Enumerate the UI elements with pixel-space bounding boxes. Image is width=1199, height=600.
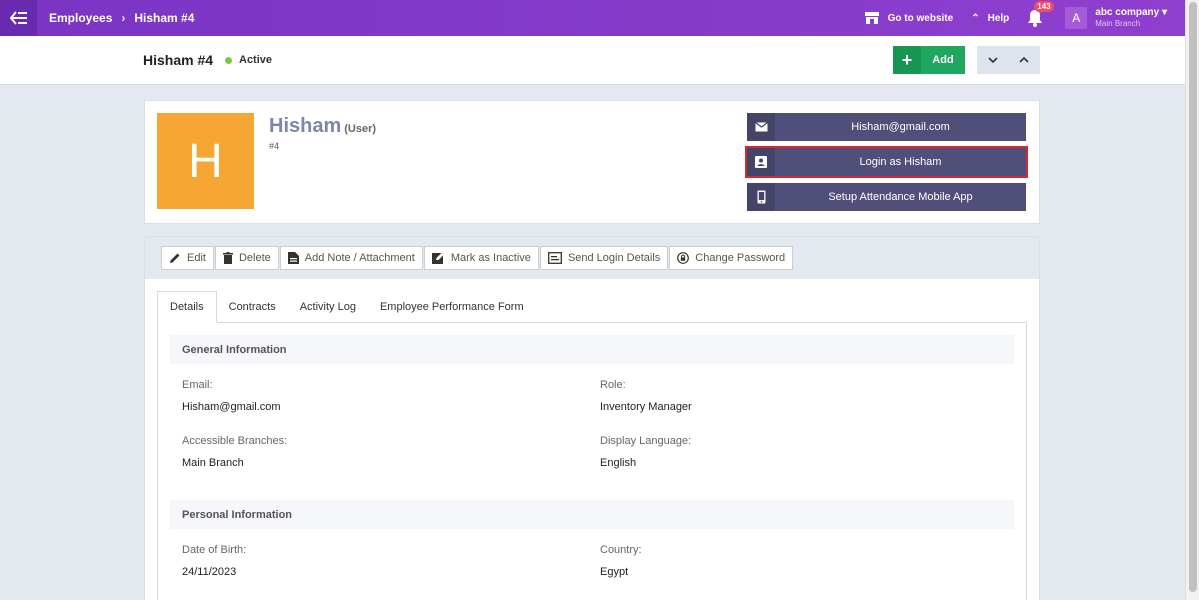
personal-information-header: Personal Information (170, 500, 1014, 529)
language-label: Display Language: (600, 435, 692, 447)
setup-attendance-app-label: Setup Attendance Mobile App (828, 191, 973, 203)
lock-circle-icon (677, 252, 690, 264)
mark-inactive-button[interactable]: Mark as Inactive (423, 246, 539, 270)
page-header: Hisham #4 Active + Add (0, 36, 1185, 85)
previous-record-button[interactable] (1009, 46, 1041, 74)
chevron-up-icon (1019, 57, 1029, 63)
country-value: Egypt (600, 566, 629, 578)
field-email: Email: Hisham@gmail.com (182, 379, 281, 413)
company-name: abc company (1095, 7, 1160, 18)
dob-label: Date of Birth: (182, 544, 247, 556)
general-information-header: General Information (170, 335, 1014, 364)
page-scrollbar[interactable] (1185, 0, 1199, 600)
breadcrumb-current: Hisham #4 (134, 11, 195, 25)
action-toolbar: Edit Delete Add Note / Attachment Mark a… (145, 237, 1039, 279)
send-login-details-button[interactable]: Send Login Details (539, 246, 669, 270)
scrollbar-thumb[interactable] (1189, 2, 1197, 592)
tab-content-details: General Information Email: Hisham@gmail.… (157, 322, 1027, 600)
chevron-down-icon (988, 57, 998, 63)
tab-performance-form[interactable]: Employee Performance Form (368, 291, 536, 323)
send-login-details-label: Send Login Details (567, 252, 661, 264)
user-card-icon (755, 156, 767, 168)
field-accessible-branches: Accessible Branches: Main Branch (182, 435, 287, 469)
role-label: Role: (600, 379, 626, 391)
mobile-icon (757, 190, 765, 204)
tab-contracts[interactable]: Contracts (217, 291, 288, 323)
trash-icon (222, 252, 233, 264)
add-note-label: Add Note / Attachment (304, 252, 415, 264)
top-navbar: Employees › Hisham #4 Go to website ⌃ He… (0, 0, 1185, 36)
company-branch: Main Branch (1095, 19, 1141, 28)
pencil-icon (170, 253, 180, 263)
help-link[interactable]: ⌃ Help (971, 13, 1009, 24)
help-label: Help (987, 12, 1010, 24)
change-password-button[interactable]: Change Password (669, 246, 794, 270)
role-value: Inventory Manager (600, 401, 692, 413)
record-nav-group (977, 46, 1040, 74)
login-as-button-label: Login as Hisham (859, 156, 942, 168)
mail-icon (754, 122, 768, 132)
notifications-button[interactable]: 143 (1027, 1, 1054, 27)
breadcrumb-employees[interactable]: Employees (49, 11, 112, 25)
mark-inactive-label: Mark as Inactive (450, 252, 531, 264)
caret-down-icon: ▾ (1161, 7, 1167, 18)
plus-icon: + (893, 46, 921, 74)
field-role: Role: Inventory Manager (600, 379, 692, 413)
edit-label: Edit (187, 252, 206, 264)
document-icon (287, 252, 299, 264)
go-to-website-link[interactable]: Go to website (864, 11, 954, 25)
field-date-of-birth: Date of Birth: 24/11/2023 (182, 544, 246, 578)
store-icon (864, 12, 879, 24)
details-card: Edit Delete Add Note / Attachment Mark a… (144, 236, 1040, 600)
employee-name: Hisham (269, 115, 342, 137)
email-label: Email: (182, 379, 213, 391)
add-button[interactable]: + Add (893, 46, 965, 74)
status-badge: Active (225, 54, 272, 66)
breadcrumb: Employees › Hisham #4 (49, 11, 194, 25)
field-display-language: Display Language: English (600, 435, 691, 469)
country-label: Country: (600, 544, 642, 556)
employee-role: (User) (344, 123, 377, 135)
page-title: Hisham #4 (143, 52, 214, 68)
company-avatar: A (1065, 7, 1088, 29)
branches-value: Main Branch (182, 457, 244, 469)
menu-back-icon (9, 11, 27, 25)
notification-count-badge: 143 (1034, 1, 1054, 12)
employee-id: #4 (269, 141, 280, 151)
add-note-button[interactable]: Add Note / Attachment (279, 246, 423, 270)
tab-activity-log[interactable]: Activity Log (288, 291, 368, 323)
status-label: Active (239, 54, 273, 66)
language-value: English (600, 457, 637, 469)
chevron-right-icon: › (121, 11, 126, 25)
setup-attendance-app-button[interactable]: Setup Attendance Mobile App (747, 183, 1026, 211)
detail-tabs: Details Contracts Activity Log Employee … (157, 291, 536, 323)
status-dot-icon (225, 56, 232, 64)
next-record-button[interactable] (977, 46, 1009, 74)
tab-details[interactable]: Details (157, 291, 217, 323)
login-as-button[interactable]: Login as Hisham (745, 146, 1028, 178)
edit-square-icon (431, 252, 444, 264)
login-details-icon (547, 252, 562, 264)
delete-button[interactable]: Delete (214, 246, 279, 270)
profile-card: H Hisham (User) #4 Hisham@gmail.com Login… (144, 100, 1040, 224)
email-button[interactable]: Hisham@gmail.com (747, 113, 1026, 141)
go-to-website-label: Go to website (887, 12, 954, 24)
branches-label: Accessible Branches: (182, 435, 288, 447)
field-country: Country: Egypt (600, 544, 642, 578)
chevron-up-icon: ⌃ (971, 12, 980, 24)
delete-label: Delete (238, 252, 271, 264)
email-button-label: Hisham@gmail.com (851, 121, 950, 133)
email-value: Hisham@gmail.com (182, 401, 281, 413)
company-switcher[interactable]: A abc company ▾ Main Branch (1065, 7, 1167, 29)
dob-value: 24/11/2023 (182, 566, 237, 578)
employee-avatar: H (157, 113, 254, 209)
change-password-label: Change Password (695, 252, 786, 264)
menu-toggle-button[interactable] (0, 0, 37, 36)
add-button-label: Add (932, 54, 954, 66)
edit-button[interactable]: Edit (161, 246, 214, 270)
